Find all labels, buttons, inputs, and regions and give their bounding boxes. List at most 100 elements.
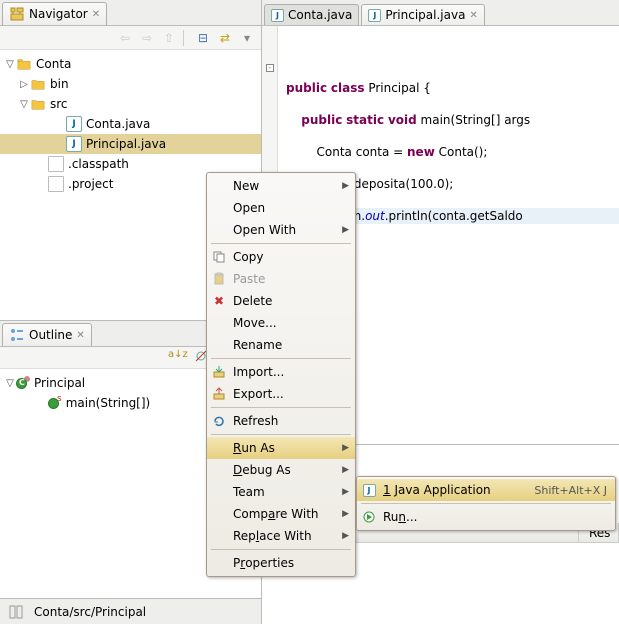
menu-compare-with[interactable]: Compare With▶ <box>207 503 355 525</box>
code-line: Conta conta = new Conta(); <box>282 144 619 160</box>
outline-tab[interactable]: Outline ✕ <box>2 323 92 346</box>
menu-paste: Paste <box>207 268 355 290</box>
status-path: Conta/src/Principal <box>34 605 146 619</box>
menu-debug-as[interactable]: Debug As▶ <box>207 459 355 481</box>
submenu-arrow-icon: ▶ <box>342 465 349 475</box>
java-file-icon: J <box>368 9 381 22</box>
menu-rename[interactable]: Rename <box>207 334 355 356</box>
java-file-icon: J <box>66 116 82 132</box>
shortcut-label: Shift+Alt+X J <box>534 484 607 497</box>
java-app-icon: J <box>361 482 377 498</box>
up-icon: ⇧ <box>161 30 177 46</box>
status-bar: Conta/src/Principal <box>0 598 261 624</box>
menu-delete[interactable]: ✖Delete <box>207 290 355 312</box>
tree-label: Conta <box>36 57 71 71</box>
editor-tabbar: J Conta.java J Principal.java ✕ <box>262 0 619 26</box>
paste-icon <box>211 271 227 287</box>
menu-separator <box>211 407 351 408</box>
tree-label: .classpath <box>68 157 129 171</box>
menu-separator <box>211 243 351 244</box>
tree-label: Principal.java <box>86 137 166 151</box>
menu-new[interactable]: New▶ <box>207 175 355 197</box>
back-icon: ⇦ <box>117 30 133 46</box>
tree-file-principal[interactable]: ▷ J Principal.java <box>0 134 261 154</box>
tree-file-conta[interactable]: ▷ J Conta.java <box>0 114 261 134</box>
submenu-arrow-icon: ▶ <box>342 531 349 541</box>
navigator-icon <box>9 6 25 22</box>
run-as-submenu: J 1 Java Application Shift+Alt+X J Run..… <box>356 476 616 531</box>
context-menu: New▶ Open Open With▶ Copy Paste ✖Delete … <box>206 172 356 577</box>
tree-label: src <box>50 97 68 111</box>
navigator-tab[interactable]: Navigator ✕ <box>2 2 107 25</box>
code-line: public static void main(String[] args <box>282 112 619 128</box>
file-icon <box>48 156 64 172</box>
menu-run-as[interactable]: Run As▶ <box>207 437 355 459</box>
tree-folder-bin[interactable]: ▷ bin <box>0 74 261 94</box>
menu-team[interactable]: Team▶ <box>207 481 355 503</box>
tab-label: Conta.java <box>288 8 352 22</box>
submenu-run[interactable]: Run... <box>357 506 615 528</box>
twisty-icon[interactable]: ▽ <box>4 59 16 70</box>
menu-properties[interactable]: Properties <box>207 552 355 574</box>
view-menu-icon[interactable]: ▾ <box>239 30 255 46</box>
copy-icon <box>211 249 227 265</box>
import-icon <box>211 364 227 380</box>
outline-icon <box>9 327 25 343</box>
outline-label: main(String[]) <box>66 396 151 410</box>
menu-move[interactable]: Move... <box>207 312 355 334</box>
tab-label: Principal.java <box>385 8 465 22</box>
menu-separator <box>211 549 351 550</box>
status-icon <box>8 604 24 620</box>
sort-icon[interactable]: a↓z <box>168 349 188 366</box>
twisty-icon[interactable]: ▷ <box>18 79 30 90</box>
editor-tab-principal[interactable]: J Principal.java ✕ <box>361 4 484 25</box>
editor-tab-conta[interactable]: J Conta.java <box>264 4 359 25</box>
close-icon[interactable]: ✕ <box>76 330 84 341</box>
tree-file-classpath[interactable]: ▷ .classpath <box>0 154 261 174</box>
project-icon <box>16 56 32 72</box>
menu-separator <box>211 434 351 435</box>
submenu-java-application[interactable]: J 1 Java Application Shift+Alt+X J <box>357 479 615 501</box>
outline-title: Outline <box>29 328 72 342</box>
submenu-arrow-icon: ▶ <box>342 509 349 519</box>
delete-icon: ✖ <box>211 293 227 309</box>
navigator-title: Navigator <box>29 7 88 21</box>
class-icon <box>16 378 27 389</box>
submenu-arrow-icon: ▶ <box>342 225 349 235</box>
menu-replace-with[interactable]: Replace With▶ <box>207 525 355 547</box>
code-line: public class Principal { <box>282 80 619 96</box>
java-file-icon: J <box>66 136 82 152</box>
collapse-all-icon[interactable]: ⊟ <box>195 30 211 46</box>
tree-label: .project <box>68 177 113 191</box>
file-icon <box>48 176 64 192</box>
forward-icon: ⇨ <box>139 30 155 46</box>
menu-separator <box>211 358 351 359</box>
menu-open[interactable]: Open <box>207 197 355 219</box>
refresh-icon <box>211 413 227 429</box>
outline-label: Principal <box>34 376 85 390</box>
menu-copy[interactable]: Copy <box>207 246 355 268</box>
run-icon <box>361 509 377 525</box>
menu-refresh[interactable]: Refresh <box>207 410 355 432</box>
menu-export[interactable]: Export... <box>207 383 355 405</box>
navigator-tabbar: Navigator ✕ <box>0 0 261 26</box>
menu-import[interactable]: Import... <box>207 361 355 383</box>
menu-separator <box>361 503 611 504</box>
twisty-icon[interactable]: ▽ <box>4 378 16 389</box>
folder-icon <box>30 96 46 112</box>
tree-label: bin <box>50 77 69 91</box>
menu-open-with[interactable]: Open With▶ <box>207 219 355 241</box>
submenu-arrow-icon: ▶ <box>342 487 349 497</box>
navigator-toolbar: ⇦ ⇨ ⇧ ⊟ ⇄ ▾ <box>0 26 261 50</box>
submenu-arrow-icon: ▶ <box>342 181 349 191</box>
close-icon[interactable]: ✕ <box>469 10 477 21</box>
twisty-icon[interactable]: ▽ <box>18 99 30 110</box>
tree-folder-src[interactable]: ▽ src <box>0 94 261 114</box>
tree-label: Conta.java <box>86 117 150 131</box>
folder-icon <box>30 76 46 92</box>
export-icon <box>211 386 227 402</box>
close-icon[interactable]: ✕ <box>92 9 100 20</box>
tree-project[interactable]: ▽ Conta <box>0 54 261 74</box>
link-editor-icon[interactable]: ⇄ <box>217 30 233 46</box>
java-file-icon: J <box>271 9 284 22</box>
